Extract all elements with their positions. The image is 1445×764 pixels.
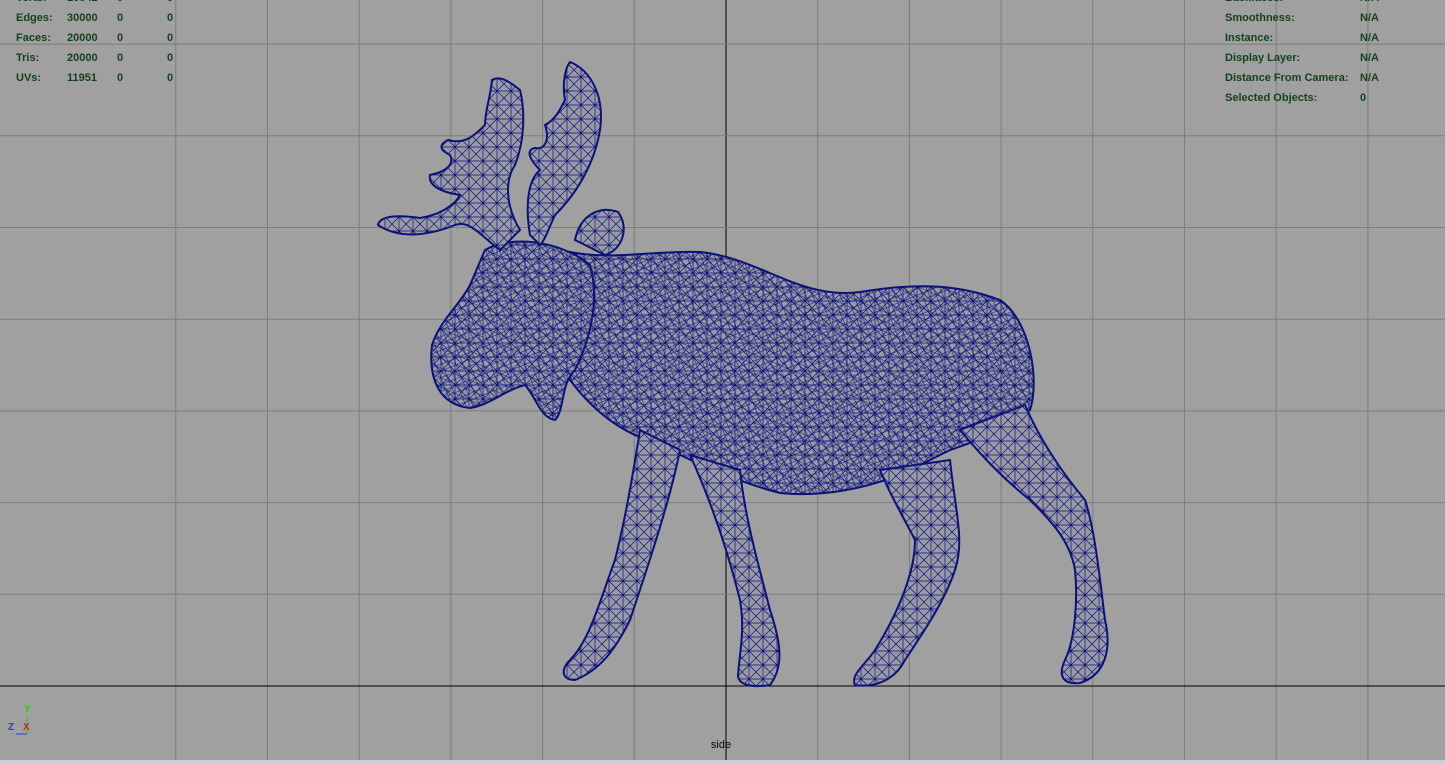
hud-detail-value: 0 xyxy=(1360,92,1367,104)
hud-detail-label: Backfaces: xyxy=(1225,0,1283,8)
hud-stat-label: Tris: xyxy=(16,52,40,64)
hud-stat-total: 30000 xyxy=(67,12,98,24)
hud-detail-label: Distance From Camera: xyxy=(1225,72,1349,84)
hud-detail-row: Display Layer: N/A xyxy=(1225,48,1435,68)
hud-detail-value: N/A xyxy=(1360,32,1379,44)
moose-hind-leg-left xyxy=(853,458,961,687)
hud-detail-row: Distance From Camera: N/A xyxy=(1225,68,1435,88)
side-viewport[interactable]: Verts:1004200Edges:3000000Faces:2000000T… xyxy=(0,0,1445,764)
hud-stat-component: 0 xyxy=(167,32,174,44)
hud-detail-row: Smoothness: N/A xyxy=(1225,8,1435,28)
hud-stat-selected: 0 xyxy=(117,32,124,44)
hud-stat-row: Faces: 20000 0 0 xyxy=(16,28,186,48)
hud-stat-component: 0 xyxy=(167,0,173,8)
y-axis-label: Y xyxy=(24,704,31,715)
hud-stat-total: 20000 xyxy=(67,32,98,44)
hud-stat-label: Faces: xyxy=(16,32,51,44)
hud-stat-component: 0 xyxy=(167,72,174,84)
moose-hind-leg-right xyxy=(958,403,1109,685)
hud-stat-selected: 0 xyxy=(117,72,124,84)
hud-detail-row: Selected Objects: 0 xyxy=(1225,88,1435,108)
hud-stat-row: Edges: 30000 0 0 xyxy=(16,8,186,28)
hud-stat-total: 11951 xyxy=(67,72,97,84)
hud-stat-row: Verts: 10042 0 0 xyxy=(16,0,186,8)
hud-stat-label: Verts: xyxy=(16,0,47,8)
hud-stat-label: UVs: xyxy=(16,72,42,84)
hud-stat-selected: 0 xyxy=(117,52,124,64)
hud-stat-component: 0 xyxy=(167,52,174,64)
hud-detail-value: N/A xyxy=(1360,0,1379,8)
x-axis-label: X xyxy=(23,722,30,733)
axis-gizmo: Y Z X xyxy=(6,704,36,738)
moose-ear xyxy=(573,208,625,257)
hud-stat-label: Edges: xyxy=(16,12,53,24)
hud-stat-selected: 0 xyxy=(117,12,124,24)
hud-detail-label: Selected Objects: xyxy=(1225,92,1318,104)
camera-name-label: side xyxy=(710,739,732,751)
hud-detail-value: N/A xyxy=(1360,12,1379,24)
hud-detail-label: Instance: xyxy=(1225,32,1274,44)
hud-detail-value: N/A xyxy=(1360,72,1379,84)
viewport-bottom-border xyxy=(0,760,1445,764)
hud-stat-total: 20000 xyxy=(67,52,98,64)
moose-front-leg-left xyxy=(562,428,682,682)
hud-stat-component: 0 xyxy=(167,12,174,24)
viewport-grid xyxy=(0,0,1445,760)
z-axis-label: Z xyxy=(8,722,15,733)
hud-stat-selected: 0 xyxy=(117,0,123,8)
hud-stat-row: Tris: 20000 0 0 xyxy=(16,48,186,68)
hud-stat-total: 10042 xyxy=(67,0,98,8)
hud-detail-label: Smoothness: xyxy=(1225,12,1295,24)
hud-detail-row: Instance: N/A xyxy=(1225,28,1435,48)
hud-stat-row: UVs: 11951 0 0 xyxy=(16,68,186,88)
hud-detail-value: N/A xyxy=(1360,52,1379,64)
hud-detail-label: Display Layer: xyxy=(1225,52,1301,64)
hud-detail-row: Backfaces: N/A xyxy=(1225,0,1435,8)
moose-wireframe-model[interactable] xyxy=(376,60,1109,688)
